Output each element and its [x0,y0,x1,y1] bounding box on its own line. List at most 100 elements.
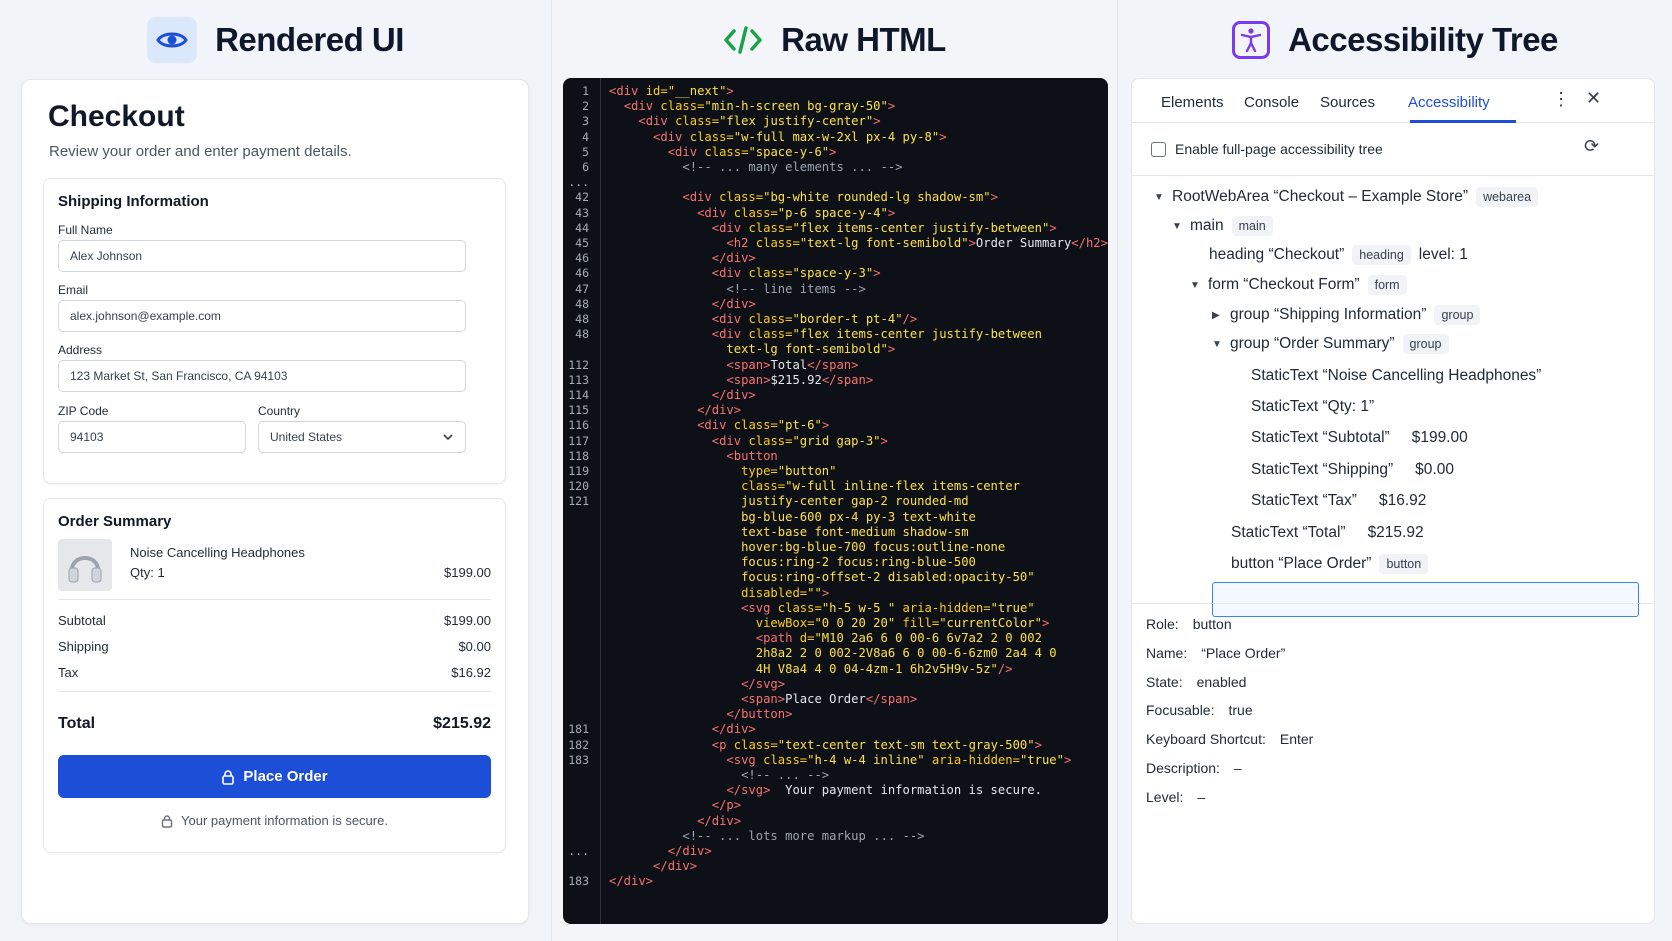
code-line: justify-center gap-2 rounded-md [741,494,969,509]
line-number: 1 [582,84,589,98]
prop-label: Focusable: [1146,702,1215,718]
tree-node-statictext[interactable]: StaticText “Shipping” $0.00 [1251,461,1454,479]
line-number: 48 [575,327,589,342]
line-number: 121 [568,494,589,509]
tree-node-statictext[interactable]: StaticText “Total” $215.92 [1231,524,1424,542]
node-label: group “Shipping Information” [1230,306,1427,323]
code-editor[interactable]: 1 <div id="__next"> 2 <div class="min-h-sc… [563,78,1108,924]
close-icon[interactable]: ✕ [1586,88,1601,109]
full-name-value: Alex Johnson [70,249,143,263]
prop-name: Name: “Place Order” [1146,645,1285,661]
caret-right-icon[interactable]: ▶ [1212,310,1222,321]
country-value: United States [270,430,343,444]
code-line: </div> [711,251,756,266]
role-tag: group [1434,305,1481,325]
zip-label: ZIP Code [58,404,109,418]
address-field[interactable]: 123 Market St, San Francisco, CA 94103 [58,360,466,392]
tree-node-statictext[interactable]: StaticText “Tax” $16.92 [1251,492,1426,510]
tree-node-button[interactable]: button “Place Order” button [1231,554,1429,574]
prop-value: “Place Order” [1201,645,1286,661]
full-name-field[interactable]: Alex Johnson [58,240,466,272]
tree-node-heading[interactable]: heading “Checkout” heading level: 1 [1209,245,1468,265]
prop-value: Enter [1279,731,1314,747]
tree-node-statictext[interactable]: StaticText “Noise Cancelling Headphones” [1251,367,1541,385]
code-line: </div> [609,874,654,889]
order-summary-title: Order Summary [58,513,172,530]
tree-node-group-shipping[interactable]: ▶ group “Shipping Information” group [1212,305,1481,325]
line-number: 118 [568,448,589,463]
code-line: </div> [697,403,742,418]
tree-node-form[interactable]: ▼ form “Checkout Form” form [1190,275,1407,295]
line-number: 117 [568,433,589,448]
code-line: <span>Total</span> [726,357,859,372]
code-line: </svg> Your payment information is secur… [726,783,1042,798]
place-order-button[interactable]: Place Order [58,755,491,798]
tab-accessibility[interactable]: Accessibility [1408,94,1490,111]
code-line: <div class="flex items-center justify-be… [711,327,1042,342]
tab-sources[interactable]: Sources [1320,94,1375,111]
caret-down-icon[interactable]: ▼ [1154,192,1164,203]
code-line: <div class="space-y-6"> [667,144,837,159]
code-line: </button> [726,707,793,722]
caret-down-icon[interactable]: ▼ [1172,221,1182,232]
tab-elements[interactable]: Elements [1161,94,1224,111]
line-number: 112 [568,357,589,372]
code-line: <div class="min-h-screen bg-gray-50"> [623,99,896,114]
email-field[interactable]: alex.johnson@example.com [58,300,466,332]
code-line: <div class="space-y-3"> [711,266,881,281]
code-line: <div class="p-6 space-y-4"> [697,205,896,220]
enable-checkbox[interactable] [1151,141,1166,157]
caret-down-icon[interactable]: ▼ [1212,339,1222,350]
line-number: 3 [582,114,589,129]
product-name: Noise Cancelling Headphones [130,545,305,560]
caret-down-icon[interactable]: ▼ [1190,280,1200,291]
node-label: StaticText “Shipping” [1251,461,1394,478]
line-number: 46 [575,251,589,266]
tree-node-statictext[interactable]: StaticText “Subtotal” $199.00 [1251,429,1468,447]
country-select[interactable]: United States [258,421,466,453]
tree-node-group-order[interactable]: ▼ group “Order Summary” group [1212,334,1449,354]
line-number: 119 [568,464,589,478]
node-label: main [1190,217,1224,234]
secure-note-text: Your payment information is secure. [181,813,388,828]
prop-value: – [1233,760,1242,776]
enable-full-tree-row[interactable]: Enable full-page accessibility tree [1151,141,1383,157]
tree-node-root[interactable]: ▼ RootWebArea “Checkout – Example Store” w… [1154,187,1539,207]
rendered-ui-header: Rendered UI [0,14,551,66]
more-vertical-icon[interactable]: ⋮ [1552,89,1570,110]
heading-level: level: 1 [1418,246,1468,263]
accessibility-header: Accessibility Tree [1118,14,1672,66]
code-line: hover:bg-blue-700 focus:outline-none [741,540,1006,554]
node-value: $0.00 [1415,461,1454,478]
refresh-icon[interactable]: ⟳ [1584,136,1599,157]
line-number: 183 [568,874,589,889]
prop-value: – [1197,789,1206,805]
line-number: 116 [568,418,589,433]
zip-field[interactable]: 94103 [58,421,246,453]
code-line: text-lg font-semibold"> [726,342,896,357]
line-number: 115 [568,403,589,418]
code-line: <svg class="h-5 w-5 " aria-hidden="true" [741,600,1035,615]
code-line: disabled=""> [741,585,830,600]
code-line: <h2 class="text-lg font-semibold">Order … [726,236,1108,250]
divider [58,599,491,600]
chevron-down-icon [443,434,453,441]
page-title: Checkout [48,100,185,133]
node-label: StaticText “Subtotal” [1251,429,1390,446]
page-subtitle: Review your order and enter payment deta… [49,143,352,160]
line-number: 43 [575,205,589,220]
eye-icon [147,17,198,63]
rendered-ui-title: Rendered UI [215,21,404,58]
code-line: <!-- ... --> [741,768,830,782]
tree-node-statictext[interactable]: StaticText “Qty: 1” [1251,398,1374,416]
code-line: <!-- ... many elements ... --> [682,160,903,174]
line-number: 181 [568,722,589,737]
shipping-section: Shipping Information Full Name Alex John… [43,178,506,484]
code-line: viewBox="0 0 20 20" fill="currentColor"> [755,616,1050,630]
tab-console[interactable]: Console [1244,94,1299,111]
tree-node-main[interactable]: ▼ main main [1172,216,1273,236]
prop-role: Role: button [1146,616,1232,632]
prop-value: button [1192,616,1232,632]
place-order-label: Place Order [243,768,328,785]
code-line: </div> [711,388,756,402]
